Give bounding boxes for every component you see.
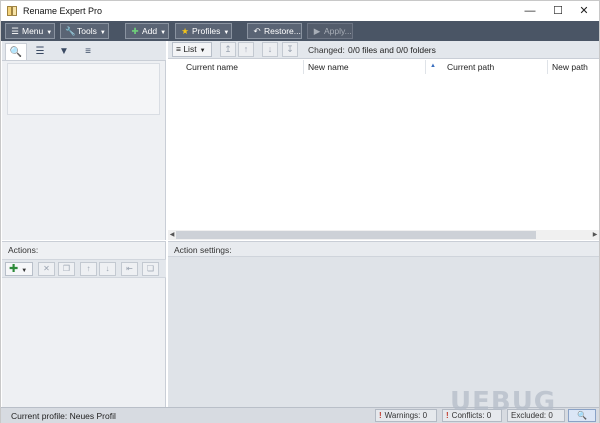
move-up-button[interactable]: ↑	[238, 42, 254, 57]
delete-action-button[interactable]: ✕	[38, 262, 55, 276]
export-icon: ❏	[146, 264, 155, 273]
tools-label: Tools	[77, 26, 97, 36]
copy-icon: ❐	[62, 264, 71, 273]
move-bottom-button[interactable]: ↧	[282, 42, 298, 57]
move-action-down-button[interactable]: ↓	[99, 262, 116, 276]
star-icon: ★	[181, 26, 189, 36]
sort-ascending-icon: ▲	[430, 63, 436, 69]
chevron-down-icon: ▼	[99, 30, 106, 36]
apply-icon: ▶	[313, 26, 321, 36]
search-results-box[interactable]	[7, 63, 160, 115]
tab-tree[interactable]: ☰	[29, 43, 51, 60]
close-icon: ✕	[579, 5, 589, 17]
file-list-body[interactable]	[168, 75, 599, 230]
chevron-down-icon: ▼	[21, 268, 28, 274]
conflict-icon: !	[446, 411, 449, 420]
scroll-left-icon[interactable]: ◀	[168, 230, 176, 240]
column-current-name[interactable]: Current name	[182, 60, 304, 74]
app-icon	[7, 6, 17, 16]
watermark: UEBUG	[450, 387, 557, 417]
import-action-button[interactable]: ⇤	[121, 262, 138, 276]
action-settings-panel: Action settings:	[168, 241, 599, 407]
file-browser-panel: 🔍 ☰ ▼ ≡	[2, 41, 166, 240]
menu-button[interactable]: ☰ Menu ▼	[5, 23, 55, 39]
column-current-path[interactable]: Current path	[443, 60, 548, 74]
scroll-right-icon[interactable]: ▶	[591, 230, 599, 240]
export-action-button[interactable]: ❏	[142, 262, 159, 276]
file-list-panel: ≡ List ▼ ↥ ↑ ↓ ↧ Changed: 0/0 files and 0…	[168, 41, 599, 240]
column-new-name[interactable]: New name	[304, 60, 426, 74]
tools-icon: 🔧	[65, 26, 76, 36]
minimize-icon: —	[524, 5, 536, 17]
plus-icon: ✚	[131, 26, 139, 36]
move-action-up-button[interactable]: ↑	[80, 262, 97, 276]
action-settings-header: Action settings:	[168, 242, 599, 257]
browser-tabs: 🔍 ☰ ▼ ≡	[2, 41, 166, 61]
tools-button[interactable]: 🔧Tools ▼	[60, 23, 109, 39]
arrow-up-icon: ↑	[86, 264, 91, 273]
profiles-button[interactable]: ★ Profiles ▼	[175, 23, 232, 39]
move-down-button[interactable]: ↓	[262, 42, 278, 57]
tab-list[interactable]: ≡	[77, 43, 99, 60]
app-window: Rename Expert Pro — ☐ ✕ ☰ Menu ▼ 🔧Tools ▼ ✚…	[0, 0, 600, 423]
status-search-button[interactable]: 🔍	[568, 409, 596, 422]
menu-label: Menu	[22, 26, 44, 36]
main-toolbar: ☰ Menu ▼ 🔧Tools ▼ ✚ Add ▼ ★ Profiles ▼ ↶ Restore…	[1, 21, 599, 41]
apply-label: Apply...	[324, 26, 352, 36]
close-button[interactable]: ✕	[567, 1, 600, 21]
add-label: Add	[142, 26, 158, 36]
view-mode-dropdown[interactable]: ≡ List ▼	[172, 42, 212, 57]
delete-icon: ✕	[43, 264, 50, 273]
list-icon: ≡	[85, 46, 91, 57]
arrow-up-icon: ↑	[243, 44, 249, 54]
search-icon: 🔍	[9, 47, 23, 58]
changed-label: Changed:	[308, 45, 345, 55]
filter-icon: ▼	[59, 46, 69, 57]
apply-button[interactable]: ▶ Apply...	[307, 23, 353, 39]
action-settings-label: Action settings:	[174, 245, 232, 255]
window-title: Rename Expert Pro	[23, 6, 103, 16]
actions-label: Actions:	[8, 245, 39, 255]
plus-icon: ✚	[9, 263, 19, 275]
menu-icon: ☰	[11, 26, 19, 36]
tab-search[interactable]: 🔍	[5, 43, 27, 60]
copy-action-button[interactable]: ❐	[58, 262, 75, 276]
add-action-button[interactable]: ✚ ▼	[5, 262, 33, 276]
chevron-down-icon: ▼	[223, 30, 230, 36]
arrow-down-icon: ↓	[267, 44, 273, 54]
actions-toolbar: ✚ ▼ ✕ ❐ ↑ ↓ ⇤ ❏	[2, 259, 166, 278]
list-toolbar: ≡ List ▼ ↥ ↑ ↓ ↧ Changed: 0/0 files and 0…	[168, 41, 599, 59]
current-profile: Current profile: Neues Profil	[11, 411, 116, 421]
view-mode-label: List	[183, 44, 197, 54]
warnings-label: Warnings: 0	[384, 411, 428, 420]
restore-label: Restore...	[264, 26, 301, 36]
arrow-down-icon: ↓	[105, 264, 110, 273]
import-icon: ⇤	[126, 264, 133, 273]
arrow-top-icon: ↥	[224, 44, 232, 54]
tree-icon: ☰	[35, 46, 45, 57]
scroll-thumb[interactable]	[176, 231, 536, 239]
add-button[interactable]: ✚ Add ▼	[125, 23, 169, 39]
restore-icon: ↶	[253, 26, 261, 36]
horizontal-scrollbar[interactable]: ◀ ▶	[168, 230, 599, 240]
move-top-button[interactable]: ↥	[220, 42, 236, 57]
search-icon: 🔍	[577, 411, 587, 420]
warnings-indicator[interactable]: ! Warnings: 0	[375, 409, 437, 422]
arrow-bottom-icon: ↧	[286, 44, 294, 54]
warning-icon: !	[379, 411, 382, 420]
maximize-icon: ☐	[553, 5, 563, 17]
chevron-down-icon: ▼	[199, 48, 206, 54]
column-new-path[interactable]: New path	[548, 60, 599, 74]
title-bar: Rename Expert Pro — ☐ ✕	[1, 1, 599, 21]
actions-panel: Actions: ✚ ▼ ✕ ❐ ↑ ↓ ⇤ ❏	[2, 241, 166, 407]
chevron-down-icon: ▼	[160, 30, 167, 36]
chevron-down-icon: ▼	[46, 30, 53, 36]
restore-button[interactable]: ↶ Restore...	[247, 23, 302, 39]
tab-filter[interactable]: ▼	[53, 43, 75, 60]
changed-value: 0/0 files and 0/0 folders	[348, 45, 436, 55]
profiles-label: Profiles	[192, 26, 221, 36]
